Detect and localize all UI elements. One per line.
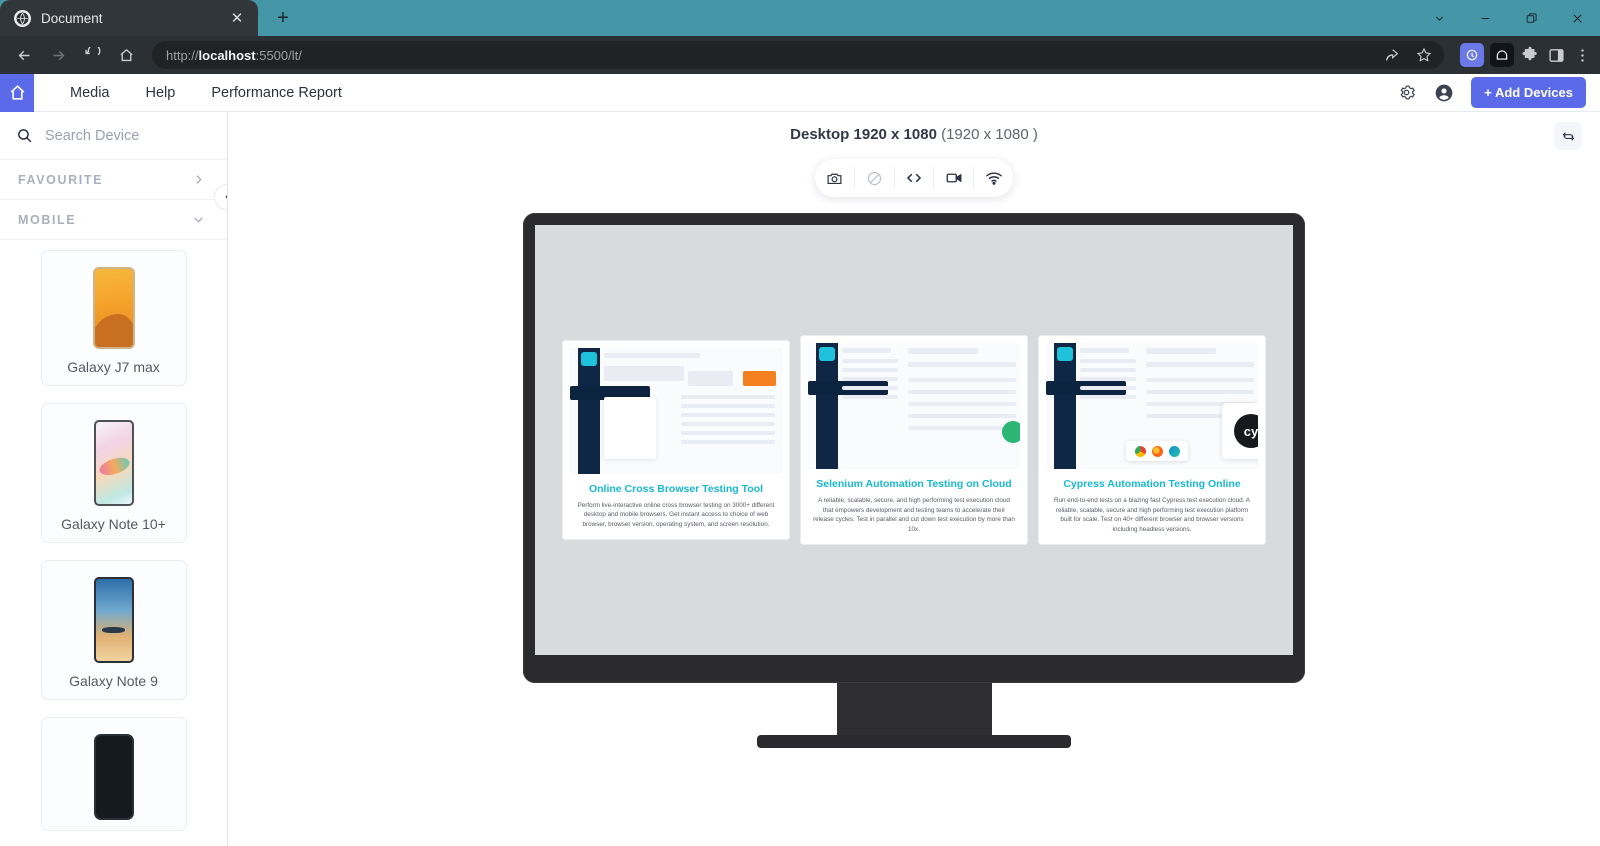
rotate-screen-icon[interactable] [1554,122,1582,150]
product-card-title: Online Cross Browser Testing Tool [588,483,764,496]
canvas-header: Desktop 1920 x 1080 (1920 x 1080 ) [228,112,1600,150]
product-screenshot [808,343,1020,470]
sidebar-group-label: FAVOURITE [18,172,104,187]
lambdatest-tunnel-icon[interactable] [1490,43,1514,67]
preview-toolbar [815,159,1013,197]
product-card-description: Run end-to-end tests on a blazing fast C… [1053,496,1250,534]
device-name: Galaxy J7 max [67,359,160,375]
device-name: Galaxy Note 9 [69,673,158,689]
sidebar-group-mobile[interactable]: MOBILE [0,200,227,240]
chrome-menu-icon[interactable] [1572,45,1592,65]
device-resolution-dims: (1920 x 1080 ) [941,126,1038,143]
window-close-button[interactable] [1554,0,1600,36]
app-header-actions: + Add Devices [1395,77,1600,108]
code-brackets-icon[interactable] [895,167,935,189]
device-thumbnail [93,734,134,820]
bookmark-star-icon[interactable] [1414,45,1434,65]
window-minimize-button[interactable] [1462,0,1508,36]
device-thumbnail [93,420,134,506]
device-resolution-title: Desktop 1920 x 1080 (1920 x 1080 ) [228,126,1600,143]
sidebar-group-favourite[interactable]: FAVOURITE [0,160,227,200]
browser-logos [1126,441,1188,462]
monitor-neck [836,683,992,735]
network-throttle-wifi-icon[interactable] [974,167,1013,189]
device-thumbnail [92,267,135,349]
back-icon[interactable] [8,40,40,70]
monitor-base [757,735,1071,748]
monitor-screen: Online Cross Browser Testing Tool Perfor… [535,225,1293,655]
product-card[interactable]: Selenium Automation Testing on Cloud A r… [800,335,1028,545]
device-card[interactable]: Galaxy Note 10+ [40,403,187,543]
lambdatest-extension-icon[interactable] [1460,43,1484,67]
no-css-icon[interactable] [855,167,895,189]
device-card[interactable]: Galaxy Note 9 [40,560,187,700]
tab-close-icon[interactable]: ✕ [226,7,248,29]
product-card-description: A reliable, scalable, secure, and high p… [813,496,1015,534]
sidebar-group-label: MOBILE [18,212,77,227]
search-device-input[interactable] [45,127,211,144]
window-controls [1416,0,1600,36]
browser-titlebar: Document ✕ + [0,0,1600,36]
search-device-row [0,112,227,160]
edge-icon [1168,445,1180,457]
video-record-icon[interactable] [934,167,975,189]
app-nav: Media Help Performance Report [34,85,360,101]
device-list: Galaxy J7 max Galaxy Note 10+ Galaxy Not… [0,240,227,846]
search-icon [16,127,33,144]
account-circle-icon[interactable] [1433,82,1455,104]
extension-icons [1454,43,1592,67]
product-card-title: Selenium Automation Testing on Cloud [816,478,1012,491]
rendered-website: Online Cross Browser Testing Tool Perfor… [535,225,1293,655]
device-card[interactable] [40,717,187,831]
new-tab-button[interactable]: + [266,3,300,33]
side-panel-icon[interactable] [1546,45,1566,65]
cypress-logo-card: cy [1222,403,1258,460]
nav-item-media[interactable]: Media [52,85,128,101]
product-card[interactable]: cy Cypress Automation Testing Online Run… [1038,335,1266,545]
product-card-title: Cypress Automation Testing Online [1063,478,1241,491]
window-maximize-button[interactable] [1508,0,1554,36]
share-icon[interactable] [1382,45,1402,65]
app-home-icon[interactable] [0,73,34,112]
browser-toolbar: http://localhost:5500/lt/ [0,36,1600,74]
device-card[interactable]: Galaxy J7 max [40,250,187,386]
firefox-icon [1151,445,1163,457]
extensions-puzzle-icon[interactable] [1520,45,1540,65]
nav-item-help[interactable]: Help [128,85,194,101]
device-name: Galaxy Note 10+ [61,516,166,532]
monitor-bezel: Online Cross Browser Testing Tool Perfor… [523,213,1305,683]
tab-title: Document [41,10,103,26]
device-thumbnail [93,577,134,663]
nav-item-performance-report[interactable]: Performance Report [193,85,360,101]
screenshot-camera-icon[interactable] [815,167,855,189]
window-collapse-button[interactable] [1416,0,1462,36]
chrome-icon [1134,445,1146,457]
globe-icon [14,9,31,27]
monitor-mock: Online Cross Browser Testing Tool Perfor… [228,213,1600,748]
address-bar-url: http://localhost:5500/lt/ [166,47,302,63]
address-bar[interactable]: http://localhost:5500/lt/ [152,41,1444,69]
browser-tab[interactable]: Document ✕ [0,0,258,36]
chevron-right-icon[interactable] [192,173,205,186]
workspace: FAVOURITE MOBILE ‹ Galaxy J7 max Galaxy … [0,112,1600,846]
device-sidebar: FAVOURITE MOBILE ‹ Galaxy J7 max Galaxy … [0,112,228,846]
forward-icon[interactable] [42,40,74,70]
status-badge [1002,421,1020,444]
add-devices-button[interactable]: + Add Devices [1471,77,1586,108]
app-header: Media Help Performance Report + Add Devi… [0,73,1600,112]
product-screenshot [570,348,782,475]
device-preview-canvas: Desktop 1920 x 1080 (1920 x 1080 ) Onlin… [228,112,1600,846]
product-card[interactable]: Online Cross Browser Testing Tool Perfor… [562,340,790,540]
chevron-down-icon[interactable] [192,213,205,226]
device-resolution-name: Desktop 1920 x 1080 [790,126,937,143]
cypress-badge: cy [1234,414,1258,449]
product-screenshot: cy [1046,343,1258,470]
gear-icon[interactable] [1395,82,1417,104]
home-icon[interactable] [110,40,142,70]
product-card-description: Perform live-interactive online cross br… [577,501,775,529]
reload-icon[interactable] [76,40,108,70]
